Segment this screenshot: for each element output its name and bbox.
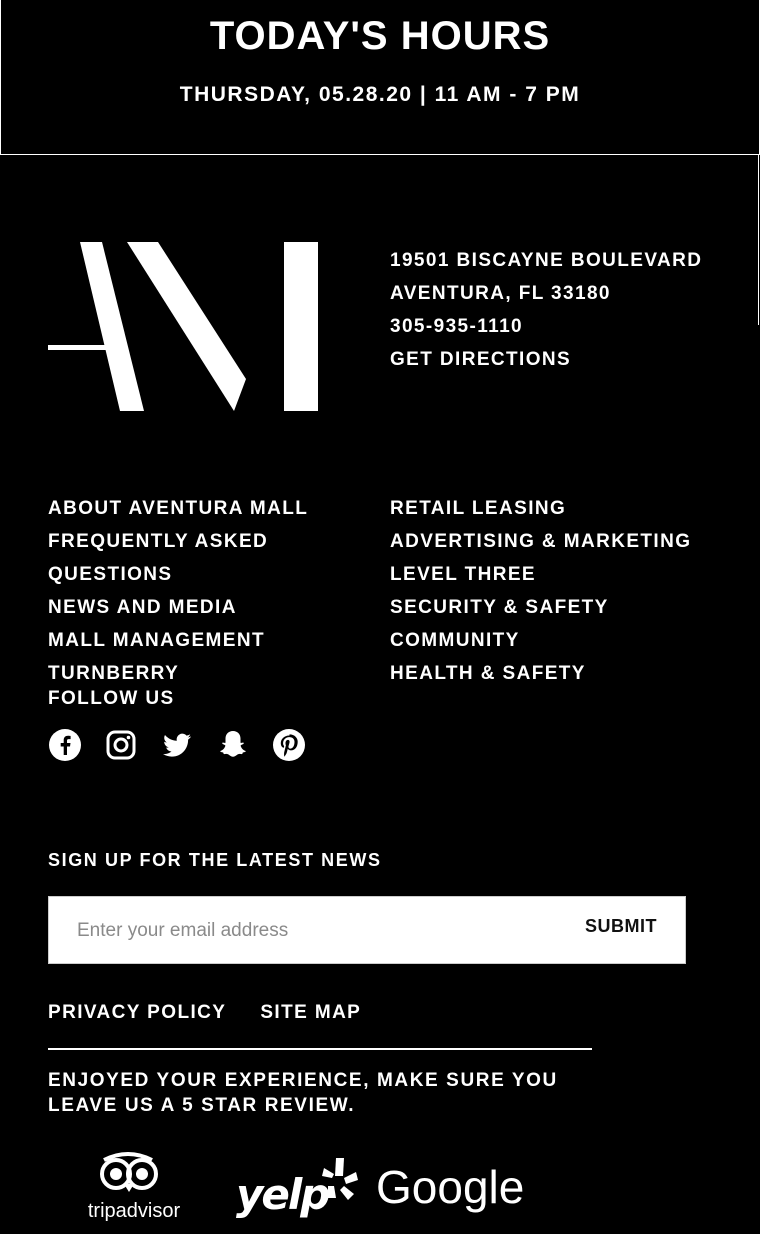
yelp-wordmark: yelp <box>236 1170 330 1219</box>
hours-date-time: THURSDAY, 05.28.20 | 11 AM - 7 PM <box>179 83 581 106</box>
footer-links-right: RETAIL LEASING ADVERTISING & MARKETING L… <box>390 492 691 690</box>
privacy-policy-link[interactable]: PRIVACY POLICY <box>48 1002 226 1024</box>
hours-title: TODAY'S HOURS <box>209 14 551 58</box>
address-street: 19501 BISCAYNE BOULEVARD <box>390 250 703 271</box>
social-icons <box>48 728 306 762</box>
mall-address: 19501 BISCAYNE BOULEVARD AVENTURA, FL 33… <box>390 244 702 376</box>
faq-link-continued[interactable]: QUESTIONS <box>48 558 308 591</box>
review-prompt: ENJOYED YOUR EXPERIENCE, MAKE SURE YOU L… <box>48 1070 558 1116</box>
level-three-link[interactable]: LEVEL THREE <box>390 558 691 591</box>
security-safety-link[interactable]: SECURITY & SAFETY <box>390 591 691 624</box>
faq-link[interactable]: FREQUENTLY ASKED <box>48 525 308 558</box>
submit-button[interactable]: SUBMIT <box>579 915 663 938</box>
google-logo[interactable]: Google <box>376 1160 524 1214</box>
footer-divider <box>48 1048 592 1050</box>
facebook-icon[interactable] <box>48 728 82 762</box>
tripadvisor-logo[interactable]: tripadvisor <box>78 1150 190 1224</box>
pinterest-icon[interactable] <box>272 728 306 762</box>
snapchat-icon[interactable] <box>216 728 250 762</box>
yelp-logo[interactable]: yelp <box>236 1152 358 1222</box>
twitter-icon[interactable] <box>160 728 194 762</box>
turnberry-link[interactable]: TURNBERRY <box>48 657 308 690</box>
health-safety-link[interactable]: HEALTH & SAFETY <box>390 657 691 690</box>
get-directions-link[interactable]: GET DIRECTIONS <box>390 343 702 376</box>
instagram-icon[interactable] <box>104 728 138 762</box>
about-link[interactable]: ABOUT AVENTURA MALL <box>48 492 308 525</box>
footer-links-left: ABOUT AVENTURA MALL FREQUENTLY ASKED QUE… <box>48 492 308 690</box>
mall-management-link[interactable]: MALL MANAGEMENT <box>48 624 308 657</box>
legal-links: PRIVACY POLICY SITE MAP <box>48 1002 361 1024</box>
address-city: AVENTURA, FL 33180 <box>390 283 611 304</box>
community-link[interactable]: COMMUNITY <box>390 624 691 657</box>
site-map-link[interactable]: SITE MAP <box>260 1002 361 1024</box>
newsletter-label: SIGN UP FOR THE LATEST NEWS <box>48 850 382 870</box>
retail-leasing-link[interactable]: RETAIL LEASING <box>390 492 691 525</box>
phone-link[interactable]: 305-935-1110 <box>390 310 702 343</box>
follow-us-label: FOLLOW US <box>48 688 175 709</box>
todays-hours-banner: TODAY'S HOURS THURSDAY, 05.28.20 | 11 AM… <box>0 0 760 155</box>
news-media-link[interactable]: NEWS AND MEDIA <box>48 591 308 624</box>
email-input[interactable] <box>75 913 539 949</box>
aventura-mall-logo[interactable] <box>48 242 320 412</box>
tripadvisor-wordmark: tripadvisor <box>87 1200 181 1222</box>
advertising-marketing-link[interactable]: ADVERTISING & MARKETING <box>390 525 691 558</box>
newsletter-form: SUBMIT <box>48 896 686 964</box>
edge-divider <box>758 155 759 325</box>
